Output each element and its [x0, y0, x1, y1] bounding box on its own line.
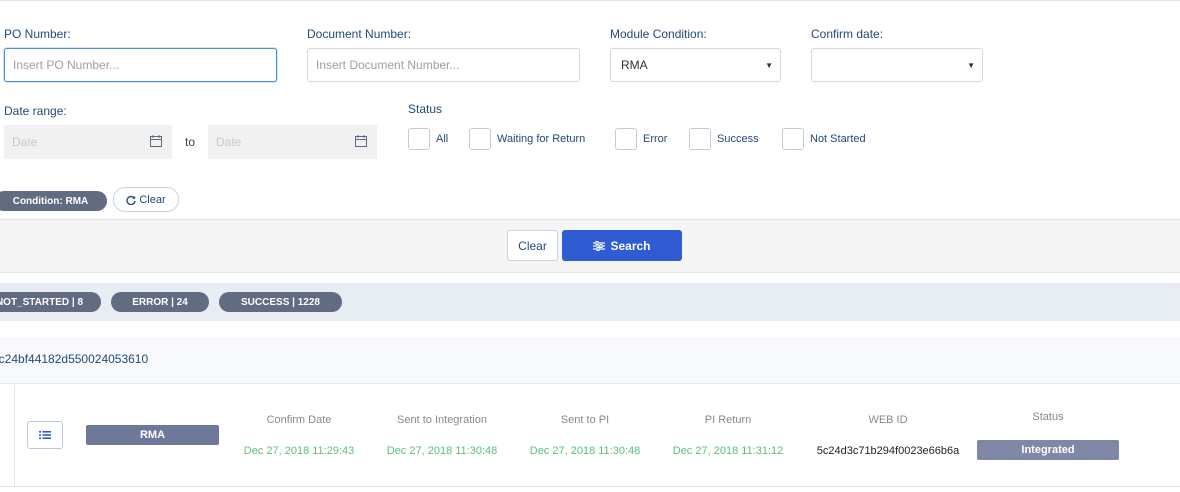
record-left-border — [14, 385, 15, 486]
status-error-checkbox[interactable] — [615, 128, 637, 150]
status-label: Status — [408, 102, 443, 116]
details-button[interactable] — [27, 421, 63, 449]
date-to-placeholder: Date — [216, 135, 242, 149]
status-all-label: All — [436, 133, 449, 145]
po-number-label: PO Number: — [4, 27, 71, 41]
sent-to-pi-value: Dec 27, 2018 11:30:48 — [529, 445, 641, 457]
caret-down-icon: ▼ — [967, 61, 975, 70]
col-status: Status — [1032, 411, 1064, 423]
calendar-icon[interactable] — [150, 135, 162, 147]
record-bottom-border — [0, 486, 1180, 487]
result-id[interactable]: 5c24bf44182d550024053610 — [0, 352, 148, 366]
status-waiting-checkbox[interactable] — [469, 128, 491, 150]
status-not-started-label: Not Started — [810, 133, 866, 145]
result-header — [0, 337, 1180, 384]
summary-pill-label: NOT_STARTED | 8 — [0, 296, 84, 308]
sliders-icon — [593, 240, 606, 251]
col-pi-return: PI Return — [704, 414, 752, 426]
col-web-id: WEB ID — [868, 414, 908, 426]
filter-chip-label: Condition: RMA — [12, 195, 89, 207]
filter-chip-condition[interactable]: Condition: RMA — [0, 191, 107, 211]
clear-filters-label: Clear — [139, 193, 166, 206]
module-badge-label: RMA — [139, 429, 166, 441]
summary-pill-label: SUCCESS | 1228 — [241, 296, 320, 308]
clear-button[interactable]: Clear — [507, 230, 558, 261]
confirm-date-label: Confirm date: — [811, 27, 884, 41]
refresh-icon — [126, 195, 137, 205]
search-button[interactable]: Search — [562, 230, 682, 261]
po-number-input[interactable] — [4, 48, 277, 82]
document-number-label: Document Number: — [307, 27, 412, 41]
sent-to-integration-value: Dec 27, 2018 11:30:48 — [386, 445, 498, 457]
status-badge-label: Integrated — [1021, 444, 1075, 456]
confirm-date-select[interactable]: ▼ — [811, 48, 983, 82]
module-condition-label: Module Condition: — [610, 27, 707, 41]
status-all-checkbox[interactable] — [408, 128, 430, 150]
web-id-value: 5c24d3c71b294f0023e66b6a — [816, 445, 960, 457]
pi-return-value: Dec 27, 2018 11:31:12 — [672, 445, 784, 457]
status-not-started-checkbox[interactable] — [782, 128, 804, 150]
summary-pill-success[interactable]: SUCCESS | 1228 — [219, 292, 342, 312]
document-number-input[interactable] — [307, 48, 580, 82]
confirm-date-value: Dec 27, 2018 11:29:43 — [243, 445, 355, 457]
module-badge: RMA — [86, 425, 219, 445]
date-range-label: Date range: — [4, 104, 67, 118]
list-icon — [39, 431, 51, 439]
status-badge: Integrated — [977, 440, 1119, 460]
col-sent-to-integration: Sent to Integration — [397, 414, 487, 426]
clear-filters-button[interactable]: Clear — [113, 187, 179, 212]
status-success-checkbox[interactable] — [689, 128, 711, 150]
calendar-icon[interactable] — [355, 135, 367, 147]
status-error-label: Error — [643, 133, 668, 145]
caret-down-icon: ▼ — [765, 61, 773, 70]
summary-pill-label: ERROR | 24 — [132, 296, 188, 308]
col-confirm-date: Confirm Date — [266, 414, 332, 426]
status-success-label: Success — [717, 133, 759, 145]
date-to-input[interactable]: Date — [208, 125, 377, 159]
top-border — [0, 0, 1180, 1]
module-condition-select[interactable]: RMA ▼ — [610, 48, 781, 82]
search-label: Search — [610, 238, 651, 253]
summary-pill-error[interactable]: ERROR | 24 — [111, 292, 209, 312]
date-range-separator: to — [184, 135, 195, 149]
col-sent-to-pi: Sent to PI — [560, 414, 610, 426]
summary-pill-not-started[interactable]: NOT_STARTED | 8 — [0, 292, 101, 312]
status-waiting-label: Waiting for Return — [497, 133, 586, 145]
date-from-input[interactable]: Date — [4, 125, 172, 159]
rma-search-page: { "filters": { "po_number": { "label": "… — [0, 0, 1180, 492]
module-condition-value: RMA — [621, 58, 648, 72]
date-from-placeholder: Date — [12, 135, 38, 149]
